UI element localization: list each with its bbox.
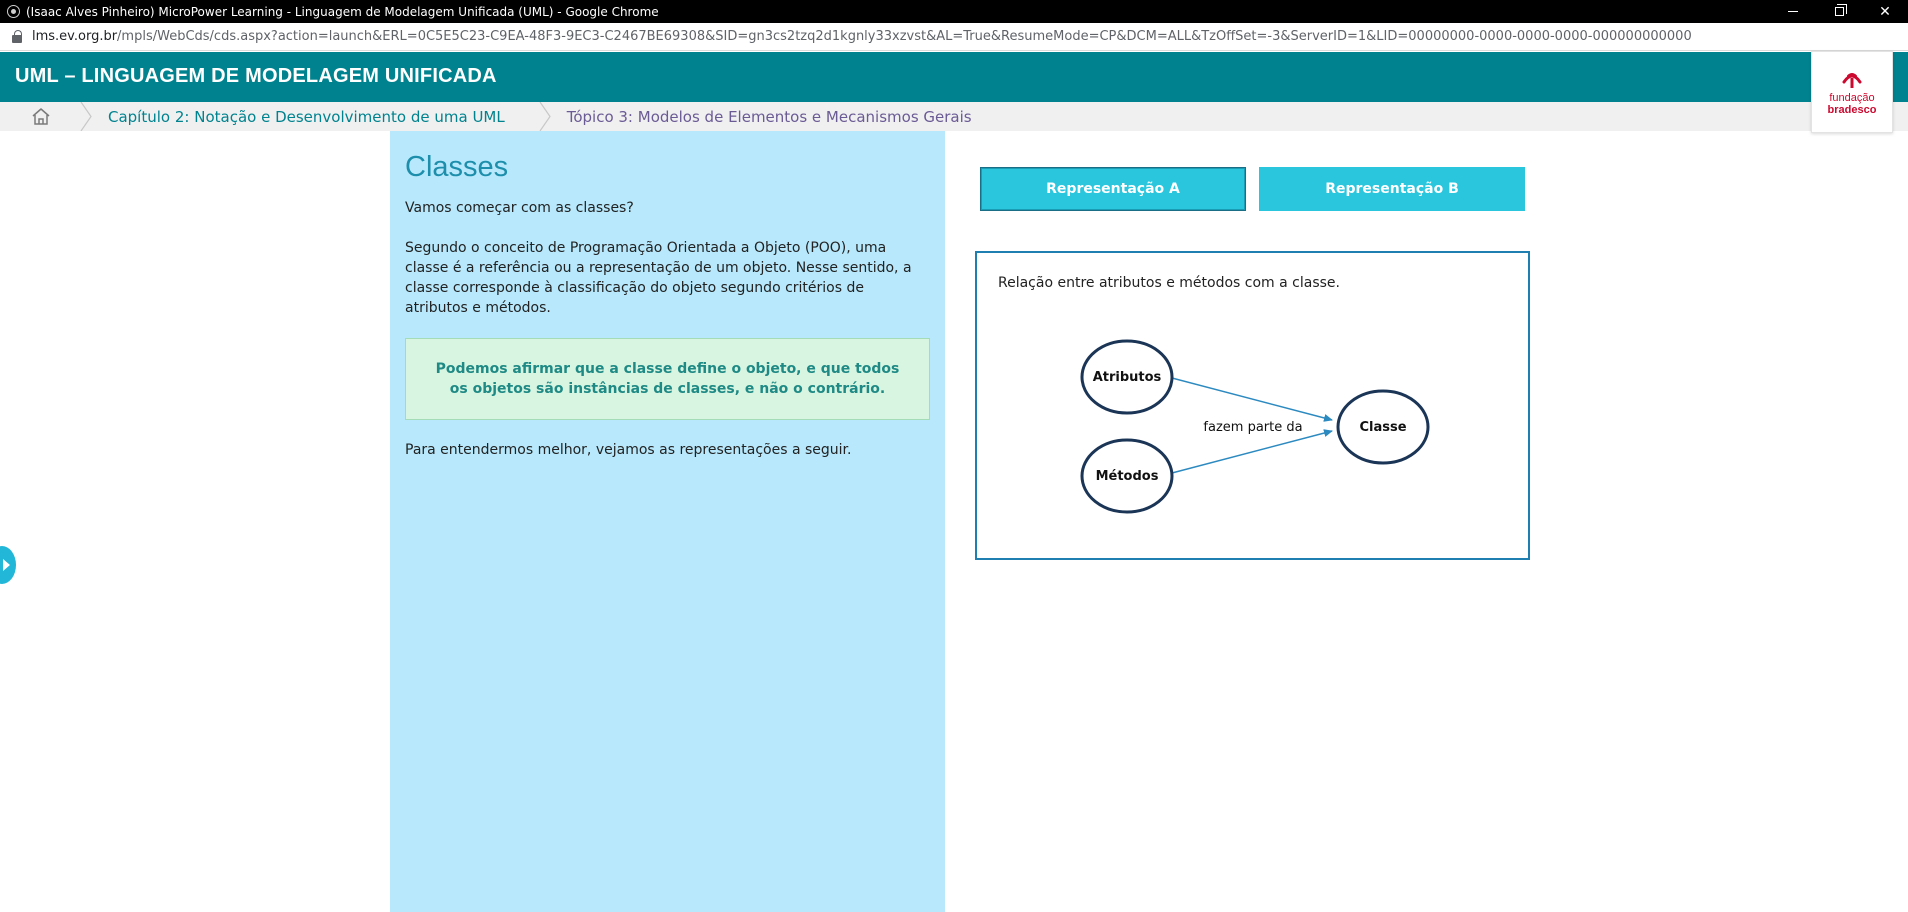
arrow-atributos-classe [1171, 377, 1333, 422]
minimize-icon [1788, 11, 1798, 12]
minimize-button[interactable] [1770, 0, 1816, 23]
window-title: (Isaac Alves Pinheiro) MicroPower Learni… [26, 4, 659, 19]
url-path: /mpls/WebCds/cds.aspx?action=launch&ERL=… [117, 29, 1692, 44]
window-controls: ✕ [1770, 0, 1908, 23]
breadcrumb-topic[interactable]: Tópico 3: Modelos de Elementos e Mecanis… [567, 108, 972, 126]
content-panel: Classes Vamos começar com as classes? Se… [390, 131, 945, 912]
breadcrumb: Capítulo 2: Notação e Desenvolvimento de… [0, 102, 1908, 131]
edge-label: fazem parte da [1203, 420, 1302, 435]
restore-icon [1834, 4, 1847, 16]
definition-paragraph: Segundo o conceito de Programação Orient… [405, 240, 912, 316]
restore-button[interactable] [1816, 0, 1862, 23]
breadcrumb-separator-icon [80, 102, 92, 131]
browser-title-bar: (Isaac Alves Pinheiro) MicroPower Learni… [0, 0, 1908, 23]
highlight-box: Podemos afirmar que a classe define o ob… [405, 338, 930, 420]
breadcrumb-separator-icon [539, 102, 551, 131]
tab-representacao-a[interactable]: Representação A [980, 167, 1246, 211]
tab-representacao-b[interactable]: Representação B [1259, 167, 1525, 211]
node-label-metodos: Métodos [1096, 469, 1159, 484]
course-title: UML – LINGUAGEM DE MODELAGEM UNIFICADA [15, 65, 497, 87]
node-label-atributos: Atributos [1093, 370, 1162, 385]
node-label-classe: Classe [1359, 420, 1406, 435]
url-host: lms.ev.org.br [32, 29, 118, 44]
arrow-metodos-classe [1171, 429, 1333, 474]
chevron-right-icon [3, 559, 10, 571]
lock-icon[interactable] [12, 29, 22, 43]
fundacao-bradesco-logo: fundação bradesco [1811, 51, 1893, 133]
breadcrumb-chapter[interactable]: Capítulo 2: Notação e Desenvolvimento de… [108, 108, 505, 126]
home-icon[interactable] [22, 102, 60, 131]
closing-paragraph: Para entendermos melhor, vejamos as repr… [405, 442, 852, 458]
logo-text-fundacao: fundação [1829, 92, 1875, 104]
class-relation-diagram: Atributos Métodos Classe fazem parte da [1080, 339, 1430, 514]
diagram-card: Relação entre atributos e métodos com a … [975, 251, 1530, 560]
app-header: UML – LINGUAGEM DE MODELAGEM UNIFICADA [0, 52, 1908, 102]
close-icon: ✕ [1879, 3, 1891, 20]
intro-paragraph: Vamos começar com as classes? [405, 200, 634, 216]
chrome-profile-icon [7, 5, 20, 18]
bradesco-logo-icon [1842, 73, 1862, 88]
page-title: Classes [405, 151, 509, 183]
address-bar[interactable]: lms.ev.org.br/mpls/WebCds/cds.aspx?actio… [0, 23, 1908, 51]
close-button[interactable]: ✕ [1862, 0, 1908, 23]
side-menu-toggle[interactable] [0, 546, 16, 584]
logo-text-bradesco: bradesco [1827, 104, 1877, 116]
